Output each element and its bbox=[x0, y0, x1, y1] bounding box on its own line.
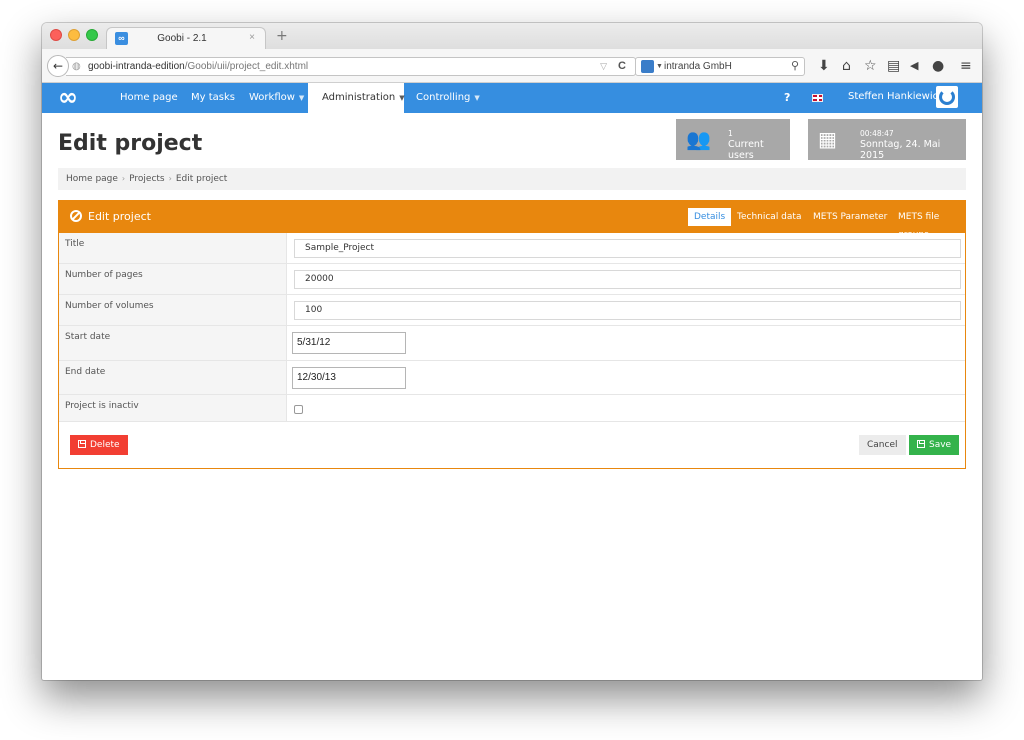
url-bar[interactable]: ◍ goobi-intranda-edition/Goobi/uii/proje… bbox=[66, 57, 636, 76]
chevron-down-icon: ▼ bbox=[298, 94, 305, 102]
field-label: Start date bbox=[59, 326, 287, 360]
form-row-end-date: End date 12/30/13 bbox=[59, 361, 965, 395]
delete-label: Delete bbox=[90, 440, 120, 450]
floppy-disk-icon bbox=[917, 440, 925, 448]
tab-technical-data[interactable]: Technical data bbox=[731, 208, 807, 226]
nav-label: Administration bbox=[322, 92, 396, 103]
browser-tab[interactable]: ∞ Goobi - 2.1 × bbox=[106, 27, 266, 50]
panel-header: Edit project Details Technical data METS… bbox=[58, 200, 966, 240]
number-of-pages-input[interactable]: 20000 bbox=[294, 270, 961, 289]
field-label: Number of volumes bbox=[59, 295, 287, 325]
form-row-title: Title Sample_Project bbox=[59, 233, 965, 264]
maximize-window-button[interactable] bbox=[86, 29, 98, 41]
title-input[interactable]: Sample_Project bbox=[294, 239, 961, 258]
goobi-favicon-icon: ∞ bbox=[115, 32, 128, 45]
current-users-box[interactable]: 👥 1 Current users bbox=[676, 119, 790, 161]
nav-label: My tasks bbox=[191, 92, 235, 103]
intranda-logo-ring bbox=[939, 89, 955, 105]
tab-details[interactable]: Details bbox=[688, 208, 732, 226]
users-count: 1 bbox=[728, 129, 733, 138]
url-text: goobi-intranda-edition/Goobi/uii/project… bbox=[88, 58, 308, 75]
pocket-icon[interactable]: ◀ bbox=[910, 57, 918, 75]
minimize-window-button[interactable] bbox=[68, 29, 80, 41]
cancel-button[interactable]: Cancel bbox=[859, 435, 906, 455]
breadcrumb-current: Edit project bbox=[175, 174, 228, 184]
history-dropdown-icon[interactable]: ▽ bbox=[600, 58, 607, 75]
search-engine-name: intranda GmbH bbox=[664, 61, 732, 72]
user-name[interactable]: Steffen Hankiewicz bbox=[848, 83, 943, 111]
field-label: End date bbox=[59, 361, 287, 394]
home-icon[interactable]: ⌂ bbox=[842, 57, 851, 75]
url-path: /Goobi/uii/project_edit.xhtml bbox=[184, 61, 309, 72]
download-icon[interactable]: ⬇ bbox=[818, 57, 830, 75]
start-date-input[interactable]: 5/31/12 bbox=[292, 332, 406, 354]
uk-flag-icon[interactable] bbox=[812, 94, 823, 102]
goobi-logo-icon[interactable]: ∞ bbox=[58, 84, 78, 110]
nav-administration[interactable]: Administration ▼ bbox=[308, 83, 405, 113]
users-icon: 👥 bbox=[686, 127, 711, 151]
breadcrumb: Home page › Projects › Edit project bbox=[58, 168, 966, 190]
panel-title: Edit project bbox=[88, 210, 151, 223]
url-host: goobi-intranda-edition bbox=[88, 61, 185, 72]
chevron-down-icon: ▼ bbox=[474, 94, 480, 102]
nav-controlling[interactable]: Controlling ▼ bbox=[406, 83, 490, 113]
nav-home-page[interactable]: Home page bbox=[110, 83, 188, 113]
browser-toolbar: ◍ goobi-intranda-edition/Goobi/uii/proje… bbox=[42, 49, 982, 83]
search-engine-icon[interactable] bbox=[641, 60, 654, 73]
search-bar[interactable]: ▼ intranda GmbH ⚲ bbox=[635, 57, 805, 76]
search-engine-caret-icon[interactable]: ▼ bbox=[656, 58, 663, 75]
chat-icon[interactable]: ● bbox=[932, 57, 944, 75]
tab-mets-parameter[interactable]: METS Parameter bbox=[807, 208, 893, 226]
end-date-input[interactable]: 12/30/13 bbox=[292, 367, 406, 389]
chevron-down-icon: ▼ bbox=[399, 94, 405, 102]
field-label: Number of pages bbox=[59, 264, 287, 294]
globe-icon: ◍ bbox=[72, 61, 81, 72]
project-inactive-checkbox[interactable] bbox=[294, 405, 303, 414]
search-icon[interactable]: ⚲ bbox=[791, 58, 799, 75]
nav-label: Workflow bbox=[249, 92, 295, 103]
calendar-icon: ▦ bbox=[818, 127, 837, 151]
users-label: Current users bbox=[728, 139, 764, 161]
edit-circle-icon bbox=[70, 210, 82, 222]
reading-list-icon[interactable]: ▤ bbox=[887, 57, 900, 75]
floppy-disk-icon bbox=[78, 440, 86, 448]
field-label: Project is inactiv bbox=[59, 395, 287, 421]
current-date: Sonntag, 24. Mai 2015 bbox=[860, 139, 941, 161]
breadcrumb-separator: › bbox=[168, 174, 172, 183]
breadcrumb-projects[interactable]: Projects bbox=[129, 174, 164, 184]
intranda-logo-icon[interactable] bbox=[936, 86, 958, 108]
current-time: 00:48:47 bbox=[860, 129, 894, 138]
breadcrumb-home[interactable]: Home page bbox=[66, 174, 118, 184]
edit-project-panel: Edit project Details Technical data METS… bbox=[58, 200, 966, 469]
tab-close-icon[interactable]: × bbox=[249, 32, 255, 43]
delete-button[interactable]: Delete bbox=[70, 435, 128, 455]
save-label: Save bbox=[929, 440, 952, 450]
breadcrumb-separator: › bbox=[121, 174, 126, 183]
date-time-box: ▦ 00:48:47 Sonntag, 24. Mai 2015 bbox=[808, 119, 966, 161]
form-row-start-date: Start date 5/31/12 bbox=[59, 326, 965, 361]
page-title: Edit project bbox=[58, 131, 203, 156]
tab-title: Goobi - 2.1 bbox=[157, 33, 207, 44]
save-button[interactable]: Save bbox=[909, 435, 960, 455]
number-of-volumes-input[interactable]: 100 bbox=[294, 301, 961, 320]
back-button[interactable]: ← bbox=[47, 55, 69, 77]
form-row-pages: Number of pages 20000 bbox=[59, 264, 965, 295]
title-bar: ∞ Goobi - 2.1 × + bbox=[42, 23, 982, 50]
new-tab-button[interactable]: + bbox=[276, 28, 288, 44]
tab-mets-file-groups[interactable]: METS file groups bbox=[892, 208, 966, 240]
help-icon[interactable]: ? bbox=[784, 83, 790, 113]
nav-label: Home page bbox=[120, 92, 178, 103]
app-navbar: ∞ Home page My tasks Workflow ▼ Administr… bbox=[42, 83, 982, 113]
field-label: Title bbox=[59, 233, 287, 263]
nav-my-tasks[interactable]: My tasks bbox=[181, 83, 245, 113]
bookmark-star-icon[interactable]: ☆ bbox=[864, 57, 877, 75]
form-row-volumes: Number of volumes 100 bbox=[59, 295, 965, 326]
nav-workflow[interactable]: Workflow ▼ bbox=[239, 83, 314, 113]
form-row-inactive: Project is inactiv bbox=[59, 395, 965, 422]
reload-icon[interactable]: C bbox=[618, 58, 626, 75]
menu-icon[interactable]: ≡ bbox=[960, 57, 972, 75]
close-window-button[interactable] bbox=[50, 29, 62, 41]
browser-window: ∞ Goobi - 2.1 × + ◍ goobi-intranda-editi… bbox=[42, 23, 982, 680]
nav-label: Controlling bbox=[416, 92, 471, 103]
